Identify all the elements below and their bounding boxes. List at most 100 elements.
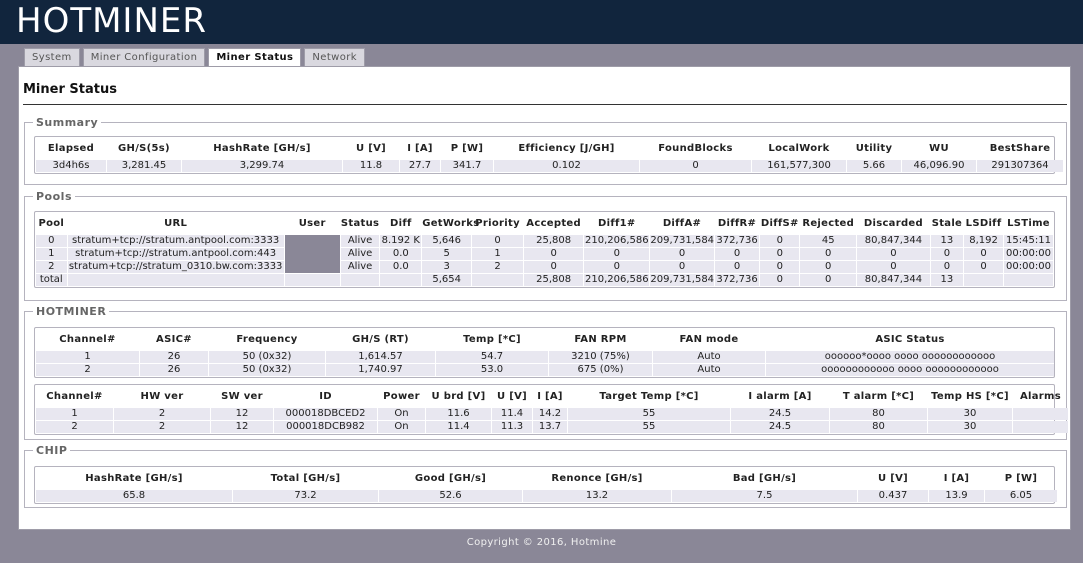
pools-legend: Pools	[36, 190, 72, 203]
title-divider	[23, 104, 1067, 105]
table-cell: 8.192 K	[380, 235, 422, 247]
column-header: Alarms	[1019, 391, 1062, 402]
table-cell: 1	[472, 248, 524, 260]
table-cell: 13.7	[533, 421, 567, 433]
tab-network[interactable]: Network	[304, 48, 365, 67]
table-cell: 45	[800, 235, 857, 247]
table-cell: On	[378, 408, 425, 420]
table-cell: 209,731,584	[650, 274, 714, 286]
table-cell: 1,740.97	[326, 364, 435, 376]
table-cell: 0	[36, 235, 67, 247]
table-cell: 0	[584, 248, 650, 260]
table-cell: 372,736	[714, 274, 760, 286]
table-cell: 80,847,344	[857, 235, 930, 247]
column-header: HW ver	[140, 391, 184, 402]
column-header: Target Temp [*C]	[599, 391, 699, 402]
table-cell: 54.7	[436, 351, 548, 363]
column-header: ASIC#	[156, 334, 192, 345]
column-header: Total [GH/s]	[270, 473, 341, 484]
table-row: 65.8 73.2 52.6 13.2 7.5 0.437 13.9 6.05	[36, 490, 1057, 502]
table-cell: 5.66	[847, 160, 901, 172]
column-header: Temp [*C]	[463, 334, 521, 345]
table-row: 1 2 12 000018DBCED2 On 11.6 11.4 14.2 55…	[36, 408, 1068, 420]
table-cell: 11.8	[343, 160, 399, 172]
table-cell: 0	[760, 235, 800, 247]
channel-status-header-row: Channel# ASIC# Frequency GH/S (RT) Temp …	[36, 329, 1054, 350]
column-header: GH/S (RT)	[352, 334, 409, 345]
table-cell: 80	[830, 421, 927, 433]
table-cell: 3,281.45	[107, 160, 181, 172]
table-cell: 0	[800, 261, 857, 273]
column-header: U [V]	[878, 473, 908, 484]
table-cell: 5	[422, 248, 472, 260]
table-row: 2 stratum+tcp://stratum_0310.bw.com:3333…	[36, 261, 1053, 273]
table-cell: 80	[830, 408, 927, 420]
table-cell: 80,847,344	[857, 274, 930, 286]
table-cell: 0	[930, 261, 964, 273]
pool-url: stratum+tcp://stratum.antpool.com:3333	[67, 235, 284, 247]
tab-system[interactable]: System	[24, 48, 80, 67]
column-header: Frequency	[236, 334, 298, 345]
pools-table: Pool URL User Status Diff GetWorks Prior…	[35, 212, 1054, 287]
table-cell: 13	[930, 274, 964, 286]
table-cell: 0	[524, 261, 584, 273]
table-cell: 1,614.57	[326, 351, 435, 363]
column-header: P [W]	[450, 143, 484, 154]
table-cell: 161,577,300	[752, 160, 846, 172]
table-cell: 0	[650, 261, 714, 273]
copyright-footer: Copyright © 2016, Hotmine	[466, 537, 617, 548]
table-cell: 0	[857, 248, 930, 260]
column-header: I [A]	[407, 143, 433, 154]
table-cell: total	[36, 274, 67, 286]
table-cell: 13	[930, 235, 964, 247]
table-cell: 0	[800, 248, 857, 260]
table-cell: 000018DCB982	[274, 421, 377, 433]
tab-miner-configuration[interactable]: Miner Configuration	[82, 48, 206, 67]
column-header: WU	[929, 143, 949, 154]
table-cell: 0	[800, 274, 857, 286]
table-cell: 5,654	[422, 274, 472, 286]
table-cell: 0	[964, 261, 1003, 273]
summary-table: Elapsed GH/S(5s) HashRate [GH/s] U [V] I…	[35, 137, 1064, 173]
table-cell: 0.102	[494, 160, 639, 172]
column-header: U [V]	[497, 391, 527, 402]
table-cell: 11.3	[492, 421, 532, 433]
column-header: Diff	[390, 218, 412, 229]
column-header: Good [GH/s]	[414, 473, 487, 484]
table-cell: 00:00:00	[1003, 248, 1053, 260]
table-row: 1 stratum+tcp://stratum.antpool.com:443 …	[36, 248, 1053, 260]
table-cell: 30	[928, 421, 1012, 433]
column-header: Stale	[931, 218, 963, 229]
table-cell: 27.7	[400, 160, 440, 172]
table-cell: 0	[760, 261, 800, 273]
column-header: I alarm [A]	[748, 391, 812, 402]
tab-miner-status[interactable]: Miner Status	[208, 48, 302, 68]
channel-status-table: Channel# ASIC# Frequency GH/S (RT) Temp …	[35, 328, 1055, 377]
table-cell: 3,299.74	[182, 160, 342, 172]
table-cell	[67, 274, 284, 286]
column-header: GetWorks	[422, 218, 480, 229]
table-cell: 0	[714, 261, 760, 273]
summary-table-wrap: Elapsed GH/S(5s) HashRate [GH/s] U [V] I…	[34, 136, 1063, 174]
table-cell: 6.05	[985, 490, 1057, 502]
table-cell	[964, 274, 1003, 286]
column-header: FAN mode	[679, 334, 739, 345]
chip-header-row: HashRate [GH/s] Total [GH/s] Good [GH/s]…	[36, 468, 1057, 489]
table-cell: 00:00:00	[1003, 261, 1053, 273]
table-cell: 1	[36, 408, 113, 420]
table-cell: 0	[650, 248, 714, 260]
table-cell: 2	[36, 364, 139, 376]
column-header: I [A]	[537, 391, 563, 402]
app-logo: HOTMINER	[16, 1, 207, 41]
hotminer-legend: HOTMINER	[36, 305, 107, 318]
app-header: HOTMINER	[0, 0, 1083, 44]
table-cell	[284, 274, 340, 286]
table-cell: 0.437	[858, 490, 928, 502]
column-header: DiffA#	[662, 218, 702, 229]
table-cell: 0	[472, 235, 524, 247]
column-header: BestShare	[989, 143, 1051, 154]
chip-table: HashRate [GH/s] Total [GH/s] Good [GH/s]…	[35, 467, 1058, 503]
column-header: Renonce [GH/s]	[551, 473, 643, 484]
table-cell: 55	[568, 421, 730, 433]
table-cell: 7.5	[672, 490, 857, 502]
